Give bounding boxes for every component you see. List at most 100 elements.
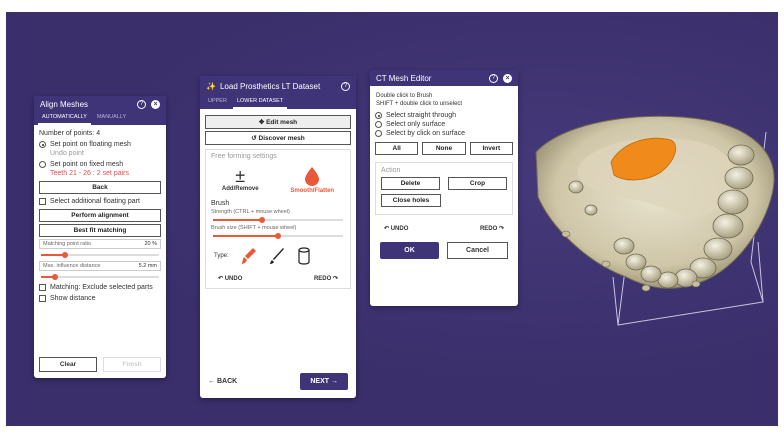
crop-button[interactable]: Crop xyxy=(448,177,507,190)
help-icon[interactable]: ? xyxy=(341,81,350,91)
invert-button[interactable]: Invert xyxy=(469,142,513,155)
brush-size-slider[interactable] xyxy=(213,232,343,240)
select-none-button[interactable]: None xyxy=(422,142,466,155)
clear-button[interactable]: Clear xyxy=(39,357,97,372)
align-meshes-panel: Align Meshes ? × AUTOMATICALLY MANUALLY … xyxy=(34,96,166,378)
opt-surface-radio[interactable] xyxy=(375,121,382,128)
finish-button[interactable]: Finish xyxy=(103,357,161,372)
undo-point-link[interactable]: Undo point xyxy=(50,150,84,157)
rotate-icon: ↺ xyxy=(251,135,259,142)
check-floating-row[interactable]: Select additional floating part xyxy=(34,196,166,207)
undo-label: UNDO xyxy=(224,276,243,282)
ct-undo-button[interactable]: ↶ UNDO xyxy=(384,225,408,232)
perform-alignment-button[interactable]: Perform alignment xyxy=(39,209,161,222)
back-button[interactable]: Back xyxy=(39,181,161,194)
close-icon[interactable]: × xyxy=(503,73,512,83)
check-distance-label: Show distance xyxy=(50,295,96,302)
select-all-button[interactable]: All xyxy=(375,142,419,155)
check-floating-box[interactable] xyxy=(39,198,46,205)
help-icon[interactable]: ? xyxy=(137,99,146,109)
ct-redo-button[interactable]: REDO ↷ xyxy=(480,225,504,232)
slider-knob[interactable] xyxy=(52,274,59,280)
wand-icon: ✥ xyxy=(258,119,267,126)
check-exclude-box[interactable] xyxy=(39,284,46,291)
influence-distance-field[interactable]: Max. influence distance 5.2 mm xyxy=(39,261,161,271)
set-pairs-status: Teeth 21 - 26 : 2 set pairs xyxy=(50,170,129,177)
back-nav-button[interactable]: ← BACK xyxy=(208,378,237,385)
opt-click[interactable]: Select by click on surface xyxy=(370,130,518,139)
add-remove-tool[interactable]: ± Add/Remove xyxy=(222,166,259,194)
align-tabs: AUTOMATICALLY MANUALLY xyxy=(34,112,166,125)
hint-brush: Double click to Brush xyxy=(376,93,433,99)
viewport-3d[interactable]: Align Meshes ? × AUTOMATICALLY MANUALLY … xyxy=(6,12,778,426)
best-fit-button[interactable]: Best fit matching xyxy=(39,224,161,237)
matching-ratio-value[interactable]: 20 % xyxy=(144,241,157,247)
prosthetics-title: Load Prosthetics LT Dataset xyxy=(219,81,321,91)
ct-title-bar[interactable]: CT Mesh Editor ? × xyxy=(370,70,518,86)
tab-automatically[interactable]: AUTOMATICALLY xyxy=(38,112,91,125)
discover-mesh-button[interactable]: ↺ Discover mesh xyxy=(205,131,351,145)
next-button[interactable]: NEXT → xyxy=(300,373,348,390)
undo-icon: ↶ xyxy=(218,276,225,282)
influence-distance-value[interactable]: 5.2 mm xyxy=(139,263,157,269)
cylinder-icon[interactable] xyxy=(297,247,311,265)
radio-fixed-control[interactable] xyxy=(39,161,46,168)
opt-click-label: Select by click on surface xyxy=(386,130,465,137)
influence-distance-slider[interactable] xyxy=(41,273,159,281)
radio-fixed[interactable]: Set point on fixed mesh xyxy=(34,159,166,170)
freeform-label: Free forming settings xyxy=(211,153,277,160)
align-title-bar[interactable]: Align Meshes ? × xyxy=(34,96,166,112)
radio-fixed-label: Set point on fixed mesh xyxy=(50,161,124,168)
radio-floating-control[interactable] xyxy=(39,141,46,148)
drop-icon xyxy=(305,167,320,186)
check-distance-row[interactable]: Show distance xyxy=(34,293,166,304)
ct-mesh-editor-panel: CT Mesh Editor ? × Double click to Brush… xyxy=(370,70,518,306)
opt-click-radio[interactable] xyxy=(375,130,382,137)
tab-manually[interactable]: MANUALLY xyxy=(93,112,130,125)
tab-upper[interactable]: UPPER xyxy=(204,96,231,109)
action-label: Action xyxy=(381,167,401,174)
close-icon[interactable]: × xyxy=(151,99,160,109)
freeform-group: Free forming settings ± Add/Remove Smoot… xyxy=(205,149,351,289)
help-icon[interactable]: ? xyxy=(489,73,498,83)
brush-type-orange-icon[interactable] xyxy=(241,247,257,265)
matching-ratio-label: Matching point ratio xyxy=(43,241,91,247)
check-exclude-row[interactable]: Matching: Exclude selected parts xyxy=(34,282,166,293)
matching-ratio-slider[interactable] xyxy=(41,251,159,259)
radio-floating[interactable]: Set point on floating mesh xyxy=(34,139,166,150)
smooth-flatten-label: Smooth/Flatten xyxy=(290,188,335,194)
brush-size-label: Brush size (SHIFT + mouse wheel) xyxy=(211,225,297,231)
arrow-right-icon: → xyxy=(329,378,338,385)
tab-lower-dataset[interactable]: LOWER DATASET xyxy=(232,96,288,109)
strength-slider[interactable] xyxy=(213,216,343,224)
points-count-label: Number of points: 4 xyxy=(39,130,101,137)
prosthetics-title-bar[interactable]: ✨ Load Prosthetics LT Dataset ? xyxy=(200,76,356,96)
ct-undo-label: UNDO xyxy=(390,226,409,232)
edit-mesh-button[interactable]: ✥ Edit mesh xyxy=(205,115,351,129)
align-title: Align Meshes xyxy=(40,99,89,109)
delete-button[interactable]: Delete xyxy=(381,177,440,190)
smooth-flatten-tool[interactable]: Smooth/Flatten xyxy=(290,166,334,194)
prosthetics-panel: ✨ Load Prosthetics LT Dataset ? UPPER LO… xyxy=(200,76,356,398)
check-floating-label: Select additional floating part xyxy=(50,198,140,205)
close-holes-button[interactable]: Close holes xyxy=(381,194,441,207)
opt-straight-label: Select straight through xyxy=(386,112,457,119)
back-nav-label: BACK xyxy=(216,378,238,385)
edit-mesh-label: Edit mesh xyxy=(266,119,298,126)
slider-knob[interactable] xyxy=(275,233,281,239)
undo-button[interactable]: ↶ UNDO xyxy=(218,275,242,282)
action-group: Action Delete Crop Close holes xyxy=(375,162,513,215)
ok-button[interactable]: OK xyxy=(380,242,439,259)
slider-knob[interactable] xyxy=(61,252,68,258)
brush-type-dark-icon[interactable] xyxy=(269,247,285,265)
redo-button[interactable]: REDO ↷ xyxy=(314,275,338,282)
opt-straight[interactable]: Select straight through xyxy=(370,110,518,121)
check-distance-box[interactable] xyxy=(39,295,46,302)
cancel-button[interactable]: Cancel xyxy=(447,242,508,259)
opt-surface[interactable]: Select only surface xyxy=(370,121,518,130)
type-label: Type: xyxy=(214,253,229,259)
slider-knob[interactable] xyxy=(259,217,266,223)
opt-straight-radio[interactable] xyxy=(375,112,382,119)
matching-ratio-field[interactable]: Matching point ratio 20 % xyxy=(39,239,161,249)
discover-mesh-label: Discover mesh xyxy=(258,135,305,142)
